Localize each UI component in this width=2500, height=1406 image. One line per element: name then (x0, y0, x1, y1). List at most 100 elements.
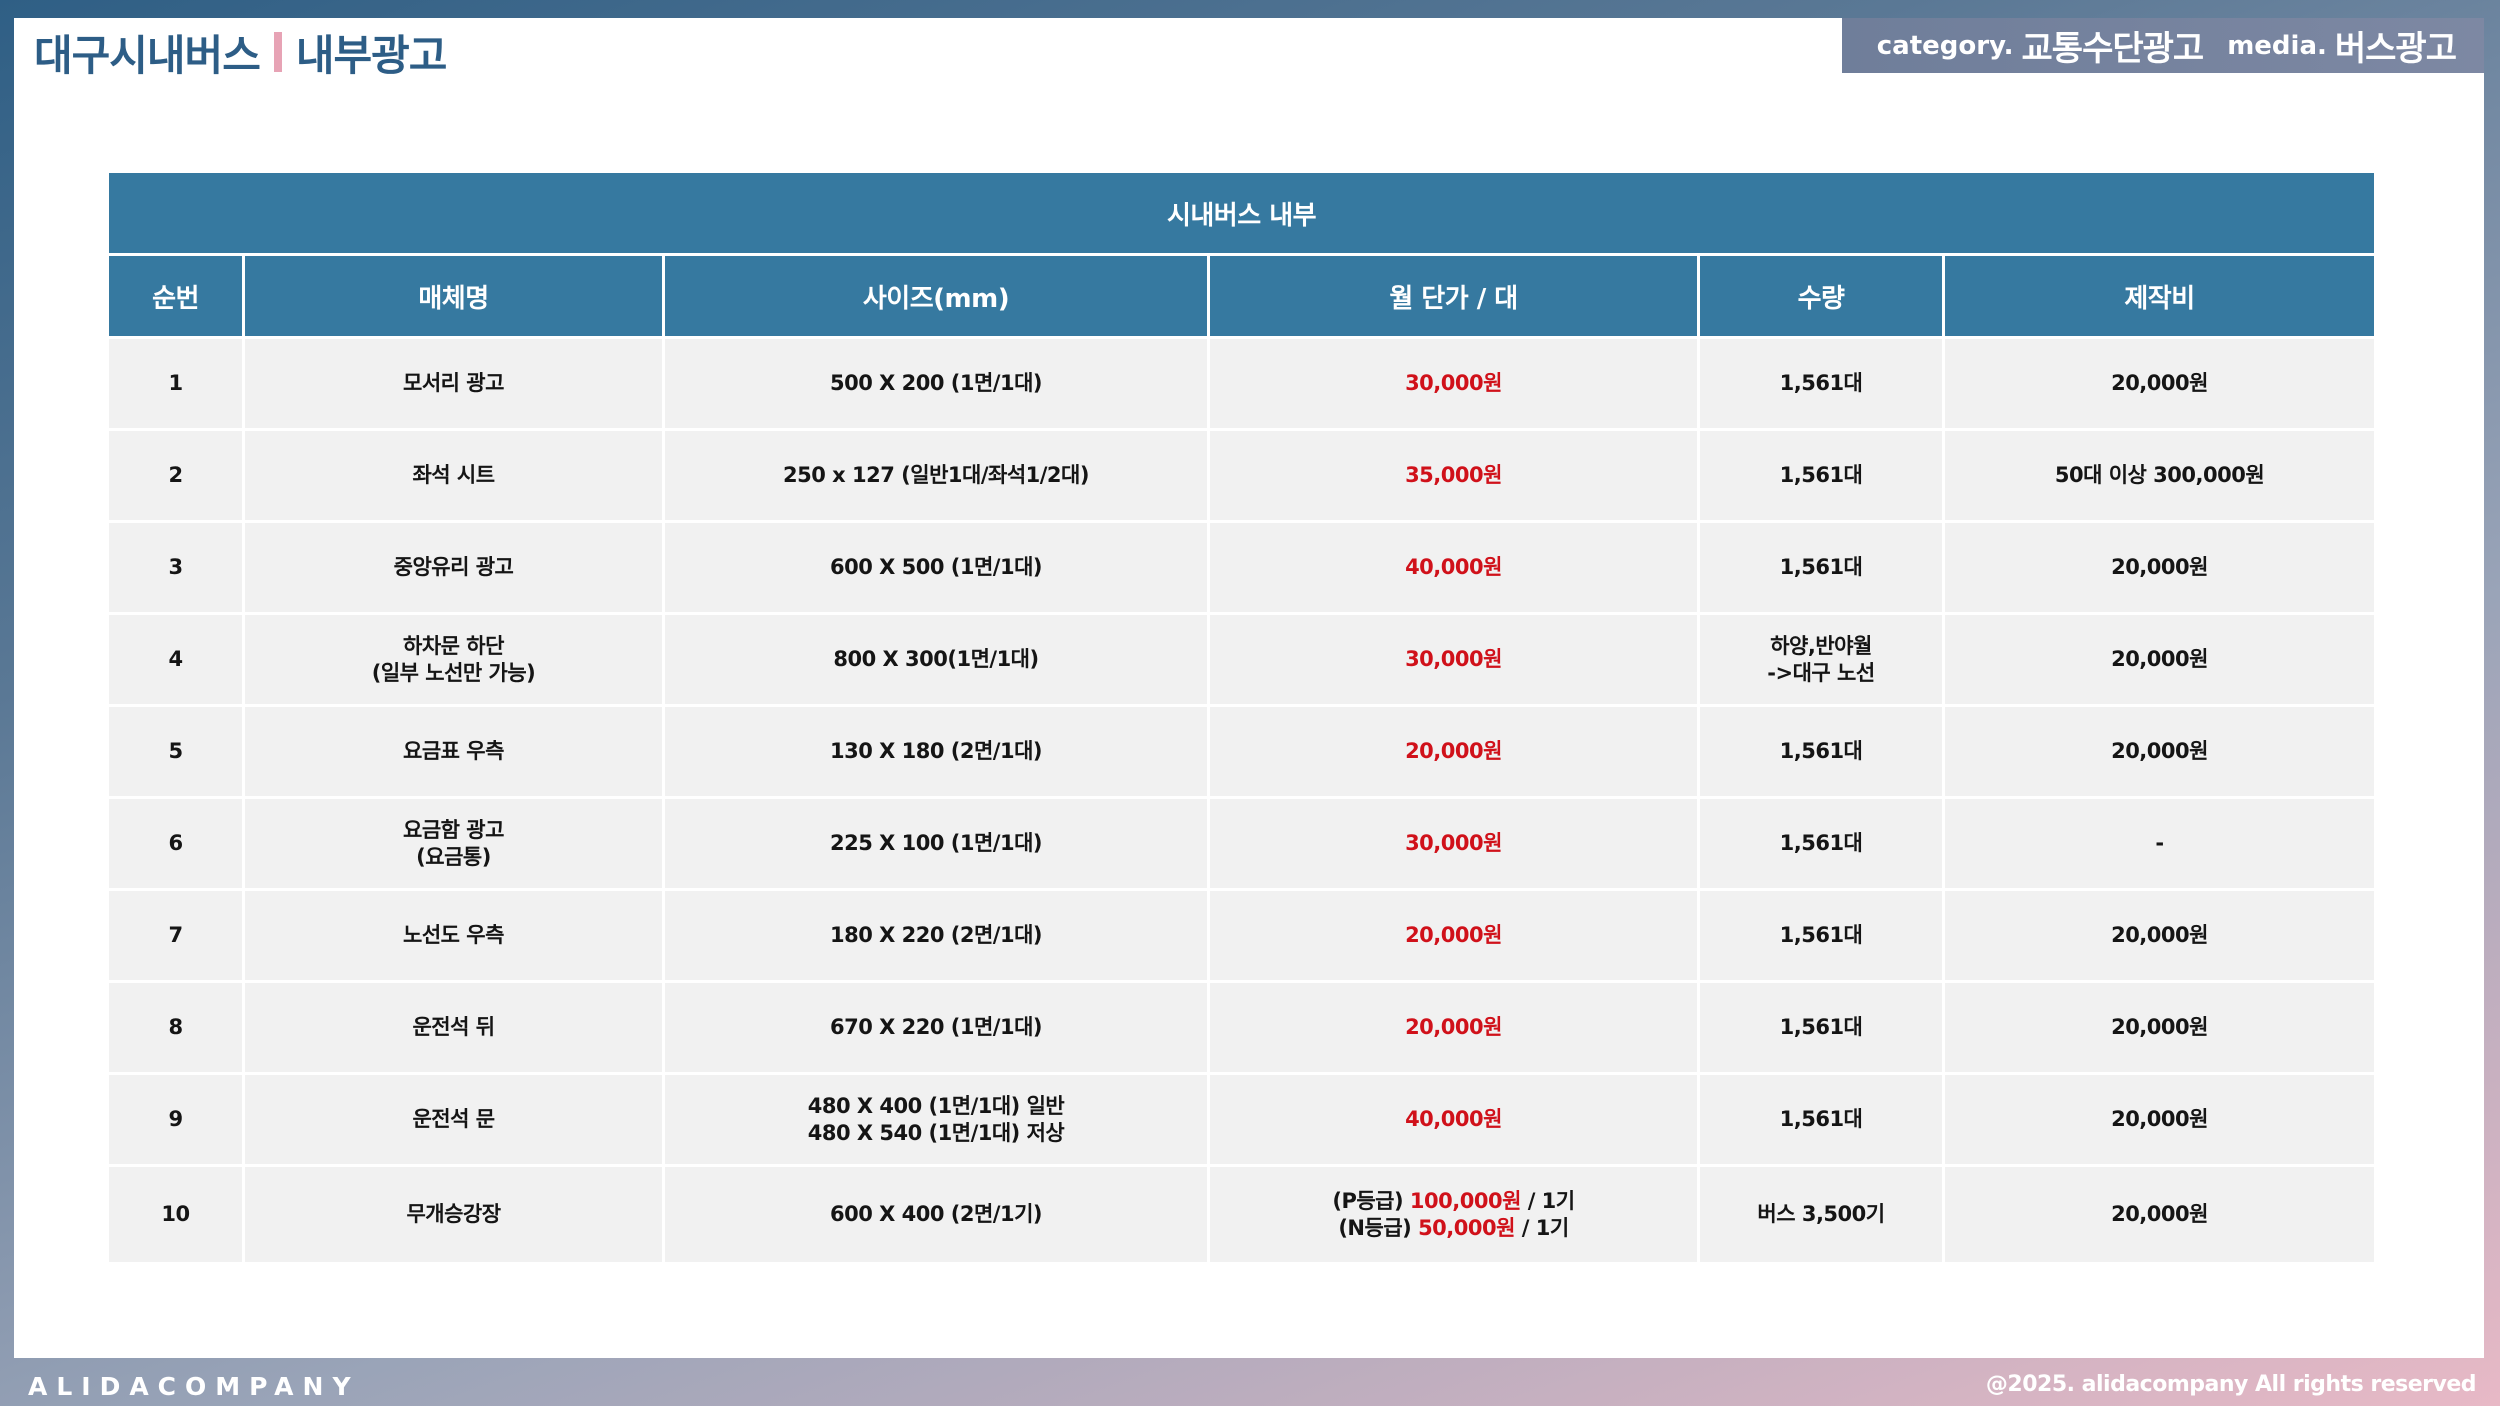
cell-media-name: 좌석 시트 (242, 428, 665, 523)
cell-media-name-line: 운전석 뒤 (412, 1015, 495, 1039)
cell-size-line: 800 X 300(1면/1대) (833, 647, 1039, 671)
cell-media-name-line: 좌석 시트 (412, 463, 495, 487)
footer-copyright: @2025. alidacompany All rights reserved (1985, 1372, 2477, 1397)
table-row: 2 좌석 시트 250 x 127 (일반1대/좌석1/2대) 35,000원 1,56… (106, 428, 2378, 523)
cell-no: 9 (106, 1072, 245, 1167)
cell-monthly-price: 35,000원 (1207, 428, 1700, 523)
table-header-row: 순번 매체명 사이즈(mm) 월 단가 / 대 수량 제작비 (106, 253, 2378, 339)
cell-no: 4 (106, 612, 245, 707)
cell-production-cost: 20,000원 (1941, 1072, 2378, 1167)
cell-media-name: 요금함 광고 (요금통) (242, 796, 665, 891)
column-header-no: 순번 (106, 253, 245, 339)
media-label: media. (2227, 30, 2327, 61)
cell-production-cost: 20,000원 (1941, 612, 2378, 707)
cell-monthly-price: 40,000원 (1207, 1072, 1700, 1167)
cell-media-name-line: (일부 노선만 가능) (371, 660, 536, 685)
table-caption: 시내버스 내부 (105, 173, 2378, 256)
grade-n-unit: / 1기 (1521, 1215, 1569, 1240)
cell-size: 500 X 200 (1면/1대) (662, 336, 1210, 431)
footer-brand: ALIDACOMPANY (28, 1372, 360, 1401)
cell-size-line: 670 X 220 (1면/1대) (829, 1015, 1043, 1039)
cell-production-cost: 20,000원 (1941, 1164, 2378, 1265)
cell-media-name-line: 중앙유리 광고 (393, 555, 514, 579)
cell-no: 2 (106, 428, 245, 523)
cell-no: 5 (106, 704, 245, 799)
cell-quantity: 1,561대 (1697, 428, 1945, 523)
cell-size-line: 250 x 127 (일반1대/좌석1/2대) (783, 463, 1089, 487)
cell-media-name: 노선도 우측 (242, 888, 665, 983)
cell-media-name-line: (요금통) (416, 844, 491, 869)
cell-quantity: 1,561대 (1697, 520, 1945, 615)
grade-p-value: 100,000원 (1409, 1188, 1521, 1213)
cell-quantity: 버스 3,500기 (1697, 1164, 1945, 1265)
cell-size: 180 X 220 (2면/1대) (662, 888, 1210, 983)
cell-quantity: 하양,반야월 ->대구 노선 (1697, 612, 1945, 707)
cell-monthly-price: 20,000원 (1207, 888, 1700, 983)
cell-production-cost: 20,000원 (1941, 704, 2378, 799)
cell-size-line: 600 X 500 (1면/1대) (829, 555, 1043, 579)
cell-size: 480 X 400 (1면/1대) 일반 480 X 540 (1면/1대) 저상 (662, 1072, 1210, 1167)
table-row: 10 무개승강장 600 X 400 (2면/1기) (P등급) 100,000… (106, 1164, 2378, 1265)
cell-production-cost: 20,000원 (1941, 336, 2378, 431)
category-value: 교통수단광고 (2021, 29, 2205, 69)
cell-size: 250 x 127 (일반1대/좌석1/2대) (662, 428, 1210, 523)
cell-media-name: 모서리 광고 (242, 336, 665, 431)
cell-size: 800 X 300(1면/1대) (662, 612, 1210, 707)
cell-media-name-line: 모서리 광고 (403, 371, 504, 395)
cell-quantity-line: 1,561대 (1779, 1107, 1863, 1131)
cell-quantity: 1,561대 (1697, 1072, 1945, 1167)
cell-no: 10 (106, 1164, 245, 1265)
table-row: 8 운전석 뒤 670 X 220 (1면/1대) 20,000원 1,561대 20,0… (106, 980, 2378, 1075)
category-label: category. (1876, 30, 2014, 61)
pricing-table: 시내버스 내부 순번 매체명 사이즈(mm) 월 단가 / 대 수량 제작비 1… (105, 173, 2378, 1265)
price-grade-n: (N등급) 50,000원 / 1기 (1216, 1215, 1691, 1242)
table-row: 1 모서리 광고 500 X 200 (1면/1대) 30,000원 1,561대 20,… (106, 336, 2378, 431)
page-title: 대구시내버스 내부광고 (34, 24, 448, 80)
cell-quantity-line: 1,561대 (1779, 923, 1863, 947)
cell-quantity-line: 1,561대 (1779, 1015, 1863, 1039)
table-row: 5 요금표 우측 130 X 180 (2면/1대) 20,000원 1,561대 20,… (106, 704, 2378, 799)
column-header-size: 사이즈(mm) (662, 253, 1210, 339)
table-row: 3 중앙유리 광고 600 X 500 (1면/1대) 40,000원 1,561대 20… (106, 520, 2378, 615)
cell-quantity-line: 1,561대 (1779, 831, 1863, 855)
grade-p-label: (P등급) (1332, 1188, 1404, 1213)
media-value: 버스광고 (2334, 29, 2457, 69)
cell-no: 8 (106, 980, 245, 1075)
cell-no: 7 (106, 888, 245, 983)
cell-quantity-line: 1,561대 (1779, 739, 1863, 763)
table-row: 9 운전석 문 480 X 400 (1면/1대) 일반 480 X 540 (1면/… (106, 1072, 2378, 1167)
cell-quantity-line: 하양,반야월 (1770, 633, 1872, 658)
table-row: 4 하차문 하단 (일부 노선만 가능) 800 X 300(1면/1대) 30,000… (106, 612, 2378, 707)
cell-monthly-price: 30,000원 (1207, 612, 1700, 707)
table-row: 6 요금함 광고 (요금통) 225 X 100 (1면/1대) 30,000원 1,56… (106, 796, 2378, 891)
grade-p-unit: / 1기 (1527, 1188, 1575, 1213)
cell-size: 670 X 220 (1면/1대) (662, 980, 1210, 1075)
cell-media-name-line: 노선도 우측 (403, 923, 504, 947)
page-title-main: 대구시내버스 (34, 30, 261, 80)
cell-production-cost: 20,000원 (1941, 888, 2378, 983)
cell-quantity: 1,561대 (1697, 980, 1945, 1075)
table-row: 7 노선도 우측 180 X 220 (2면/1대) 20,000원 1,561대 20,… (106, 888, 2378, 983)
cell-size-line: 225 X 100 (1면/1대) (829, 831, 1043, 855)
cell-size-line: 480 X 400 (1면/1대) 일반 (807, 1093, 1065, 1118)
grade-n-label: (N등급) (1338, 1215, 1412, 1240)
cell-media-name-line: 요금함 광고 (403, 817, 504, 842)
cell-monthly-price: 30,000원 (1207, 796, 1700, 891)
cell-media-name: 무개승강장 (242, 1164, 665, 1265)
cell-quantity: 1,561대 (1697, 796, 1945, 891)
cell-monthly-price: 30,000원 (1207, 336, 1700, 431)
cell-size-line: 500 X 200 (1면/1대) (829, 371, 1043, 395)
cell-production-cost: 50대 이상 300,000원 (1941, 428, 2378, 523)
cell-size: 600 X 500 (1면/1대) (662, 520, 1210, 615)
cell-no: 6 (106, 796, 245, 891)
cell-media-name: 중앙유리 광고 (242, 520, 665, 615)
cell-size-line: 130 X 180 (2면/1대) (829, 739, 1043, 763)
page-title-sub: 내부광고 (295, 30, 448, 80)
pricing-table-wrapper: 시내버스 내부 순번 매체명 사이즈(mm) 월 단가 / 대 수량 제작비 1… (105, 173, 2378, 1265)
grade-n-value: 50,000원 (1418, 1215, 1515, 1240)
cell-size-line: 480 X 540 (1면/1대) 저상 (807, 1120, 1065, 1145)
cell-production-cost: 20,000원 (1941, 520, 2378, 615)
cell-media-name: 하차문 하단 (일부 노선만 가능) (242, 612, 665, 707)
cell-monthly-price: 20,000원 (1207, 980, 1700, 1075)
cell-quantity-line: 1,561대 (1779, 463, 1863, 487)
